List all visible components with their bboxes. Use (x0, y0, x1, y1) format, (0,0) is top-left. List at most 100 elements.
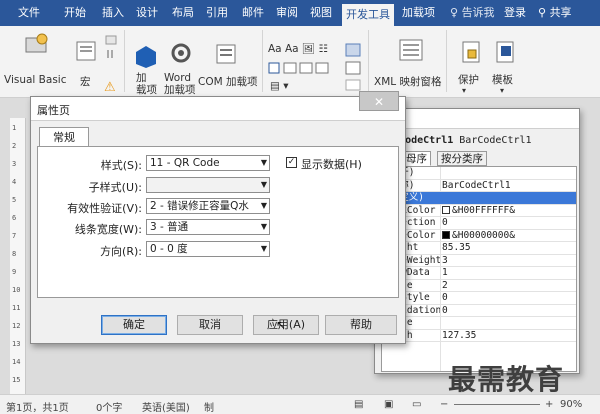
property-row[interactable]: SubStyle 0 (382, 292, 576, 305)
print-layout-icon[interactable]: ▣ (384, 399, 393, 410)
substyle-select[interactable]: ▼ (146, 177, 270, 193)
tell-me-search[interactable]: ♀ 告诉我 (450, 0, 495, 26)
tab-file[interactable]: 文件 (14, 0, 44, 26)
ok-button[interactable]: 确定 (101, 315, 167, 335)
template-button[interactable]: 模板 (492, 72, 513, 87)
zoom-level[interactable]: 90% (560, 399, 582, 410)
tab-general[interactable]: 常规 (39, 127, 89, 147)
color-swatch (442, 205, 450, 214)
line-width-select[interactable]: 3 - 普通 ▼ (146, 219, 270, 235)
tab-categorized[interactable]: 按分类序 (437, 151, 487, 166)
property-grid[interactable]: (关于)(名称)BarCodeCtrl1(自定义)BackColor&H00FF… (381, 166, 577, 372)
close-button[interactable]: ✕ (359, 91, 399, 111)
status-extra: 制 (204, 403, 214, 414)
chevron-down-icon: ▾ (462, 86, 467, 95)
property-row[interactable]: ForeColor &H00000000& (382, 230, 576, 242)
property-row[interactable]: (名称)BarCodeCtrl1 (382, 180, 576, 192)
design-mode-icons[interactable] (344, 42, 362, 92)
property-value: &H00000000& (442, 230, 515, 242)
property-value-text: 2 (442, 279, 448, 291)
web-layout-icon[interactable]: ▭ (412, 399, 421, 410)
chevron-down-icon: ▼ (260, 201, 267, 210)
ruler-number: 9 (12, 268, 17, 276)
macro-security-warning-icon[interactable]: ⚠ (104, 80, 116, 95)
mouse-cursor-icon: ↖ (276, 318, 287, 332)
ruler-number: 6 (12, 214, 17, 222)
property-row[interactable]: LineWeight 3 (382, 254, 576, 267)
tab-references[interactable]: 引用 (202, 0, 232, 26)
property-row[interactable]: (关于) (382, 167, 576, 180)
xml-mapping-button[interactable]: XML 映射窗格 (374, 74, 441, 89)
property-row[interactable]: (自定义) (382, 192, 576, 205)
cancel-button[interactable]: 取消 (177, 315, 243, 335)
property-row[interactable]: Width127.35 (382, 329, 576, 342)
direction-select[interactable]: 0 - 0 度 ▼ (146, 241, 270, 257)
ruler-number: 3 (12, 160, 17, 168)
ruler-number: 2 (12, 142, 17, 150)
show-data-checkbox[interactable]: ✓ (286, 157, 297, 168)
zoom-slider[interactable] (454, 404, 540, 405)
property-value-text: 0 (442, 292, 448, 303)
addins-button[interactable]: 加 载项 (136, 72, 157, 96)
read-mode-icon[interactable]: ▤ (354, 399, 363, 410)
validation-label: 有效性验证(V): (67, 202, 142, 215)
property-value-text: 127.35 (442, 329, 477, 341)
page-count[interactable]: 第1页，共1页 (6, 399, 69, 414)
tab-review[interactable]: 审阅 (272, 0, 302, 26)
text-controls-icons[interactable]: Aa Aa 🖼 ☷ (268, 42, 328, 55)
tab-view[interactable]: 视图 (306, 0, 336, 26)
macros-button[interactable]: 宏 (80, 74, 91, 89)
visual-basic-icon (25, 33, 48, 53)
form-controls-icons[interactable] (268, 62, 338, 76)
property-row[interactable]: Validation 0 (382, 305, 576, 317)
ribbon-developer: Visual Basic 宏 ⚠ 加 载项 Word 加载项 COM 加载项 A… (0, 26, 600, 98)
com-addins-button[interactable]: COM 加载项 (198, 74, 258, 89)
property-value-text: 3 (442, 254, 448, 266)
chevron-down-icon: ▼ (260, 244, 267, 253)
word-count[interactable]: 0个字 (96, 399, 122, 414)
property-value-text: 85.35 (442, 242, 471, 253)
tab-addins[interactable]: 加载项 (398, 0, 439, 26)
zoom-in-icon[interactable]: + (545, 399, 553, 410)
vertical-ruler: 1 2 3 4 5 6 7 8 9 10 11 12 13 14 15 (10, 118, 26, 394)
watermark-logo: 最需教育 (448, 363, 565, 396)
color-swatch (442, 230, 450, 239)
ruler-number: 10 (12, 286, 21, 294)
tab-home[interactable]: 开始 (60, 0, 90, 26)
legacy-tools-icon[interactable]: ▤ ▾ (270, 80, 289, 92)
share-button[interactable]: ⚲ 共享 (538, 0, 572, 26)
style-select[interactable]: 11 - QR Code ▼ (146, 155, 270, 171)
property-row[interactable]: Height85.35 (382, 242, 576, 255)
separator (124, 30, 125, 92)
person-icon: ⚲ (538, 6, 547, 19)
tab-layout[interactable]: 布局 (168, 0, 198, 26)
ruler-number: 4 (12, 178, 17, 186)
ruler-number: 13 (12, 340, 21, 348)
com-addins-icon (216, 44, 236, 64)
property-row[interactable]: Style2 (382, 279, 576, 292)
visual-basic-button[interactable]: Visual Basic (4, 74, 66, 86)
property-page-dialog: 属性页 ✕ 常规 样式(S): 11 - QR Code ▼ 子样式(U): ▼ … (30, 91, 406, 344)
property-row[interactable]: Direction 0 (382, 217, 576, 230)
language-indicator[interactable]: 英语(美国) (142, 399, 190, 414)
property-value: 1 (442, 267, 448, 279)
tab-developer[interactable]: 开发工具 (342, 4, 394, 26)
property-row[interactable]: BackColor &H00FFFFFF& (382, 205, 576, 217)
help-button[interactable]: 帮助 (325, 315, 397, 335)
property-value: 0 (442, 292, 448, 304)
dialog-title: 属性页 (31, 97, 405, 121)
separator (262, 30, 263, 92)
zoom-out-icon[interactable]: − (440, 399, 448, 410)
word-addins-button[interactable]: Word 加载项 (164, 72, 196, 96)
property-value: 0 (442, 217, 448, 229)
login-link[interactable]: 登录 (504, 0, 526, 26)
show-data-label: 显示数据(H) (301, 158, 362, 171)
addins-icon (136, 46, 156, 68)
validation-select[interactable]: 2 - 错误修正容量Q水 ▼ (146, 198, 270, 214)
tab-mailings[interactable]: 邮件 (238, 0, 268, 26)
property-row[interactable]: Value (382, 317, 576, 330)
tab-insert[interactable]: 插入 (98, 0, 128, 26)
property-row[interactable]: ShowData 1 (382, 267, 576, 280)
tab-design[interactable]: 设计 (132, 0, 162, 26)
protect-button[interactable]: 保护 (458, 72, 479, 87)
